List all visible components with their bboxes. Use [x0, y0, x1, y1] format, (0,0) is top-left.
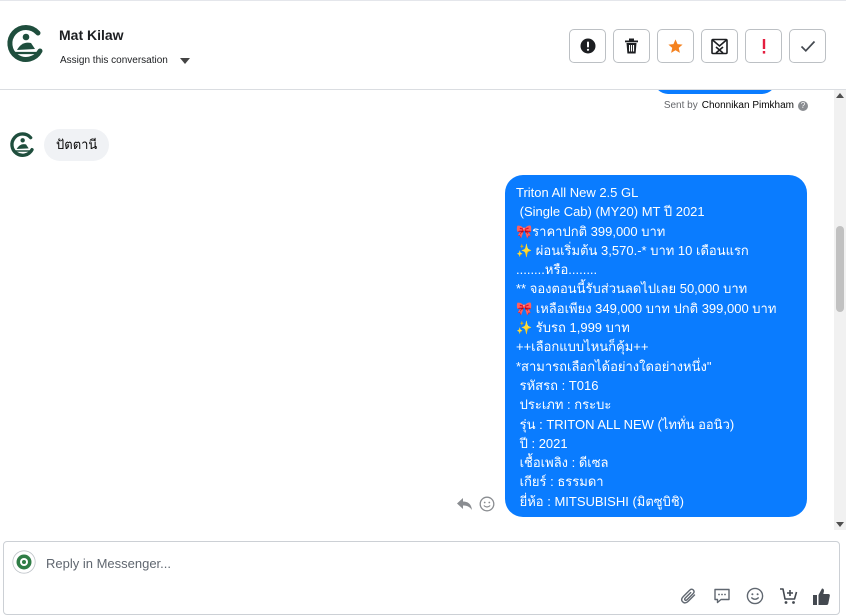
- incoming-message-bubble: ปัตตานี: [44, 129, 110, 161]
- sender-name: Chonnikan Pimkham: [701, 100, 794, 111]
- star-icon: [668, 38, 683, 53]
- caret-down-icon: [179, 57, 190, 64]
- reply-input[interactable]: [46, 552, 646, 574]
- important-button[interactable]: [745, 29, 782, 63]
- thread-scrollbar[interactable]: [834, 90, 846, 530]
- message-tools: [456, 496, 495, 512]
- brand-logo-icon: [5, 24, 45, 64]
- sent-by-prefix: Sent by: [663, 100, 698, 111]
- star-button[interactable]: [657, 29, 694, 63]
- assign-label: Assign this conversation: [60, 55, 168, 66]
- scroll-down-arrow-icon[interactable]: [836, 522, 844, 527]
- report-button[interactable]: [569, 29, 606, 63]
- contact-name[interactable]: Mat Kilaw: [59, 27, 124, 43]
- assign-conversation-dropdown[interactable]: Assign this conversation: [60, 55, 190, 66]
- delete-button[interactable]: [613, 29, 650, 63]
- conversation-header: Mat Kilaw Assign this conversation: [0, 0, 846, 90]
- emoji-react-icon[interactable]: [479, 496, 495, 512]
- alert-circle-icon: [580, 38, 595, 54]
- emoji-button[interactable]: [745, 586, 765, 606]
- mail-x-icon: [711, 38, 728, 54]
- check-icon: [800, 40, 815, 53]
- trash-icon: [625, 38, 638, 54]
- scroll-thumb[interactable]: [836, 226, 844, 312]
- paperclip-icon: [680, 588, 696, 604]
- exclamation-icon: [762, 38, 765, 54]
- conversation-actions: [569, 29, 826, 63]
- cart-plus-icon: [779, 588, 797, 604]
- sent-by-label: Sent by Chonnikan Pimkham ?: [664, 100, 808, 111]
- reply-icon[interactable]: [456, 497, 473, 511]
- reply-composer: [3, 541, 840, 615]
- like-button[interactable]: [811, 586, 831, 606]
- help-icon[interactable]: ?: [798, 100, 808, 111]
- message-thread: Sent by Chonnikan Pimkham ? ปัตตานี Trit…: [0, 90, 834, 530]
- thumbs-up-icon: [812, 588, 830, 605]
- composer-tools: [679, 586, 831, 606]
- previous-message-bubble: [654, 90, 776, 94]
- add-to-cart-button[interactable]: [778, 586, 798, 606]
- saved-replies-button[interactable]: [712, 586, 732, 606]
- scroll-up-arrow-icon[interactable]: [836, 93, 844, 98]
- chat-bubble-icon: [714, 588, 730, 604]
- page-avatar: [12, 550, 36, 574]
- outgoing-message-bubble: Triton All New 2.5 GL (Single Cab) (MY20…: [505, 175, 807, 517]
- mark-spam-button[interactable]: [701, 29, 738, 63]
- attach-button[interactable]: [679, 586, 699, 606]
- contact-avatar[interactable]: [8, 131, 36, 159]
- smiley-icon: [746, 587, 764, 605]
- done-button[interactable]: [789, 29, 826, 63]
